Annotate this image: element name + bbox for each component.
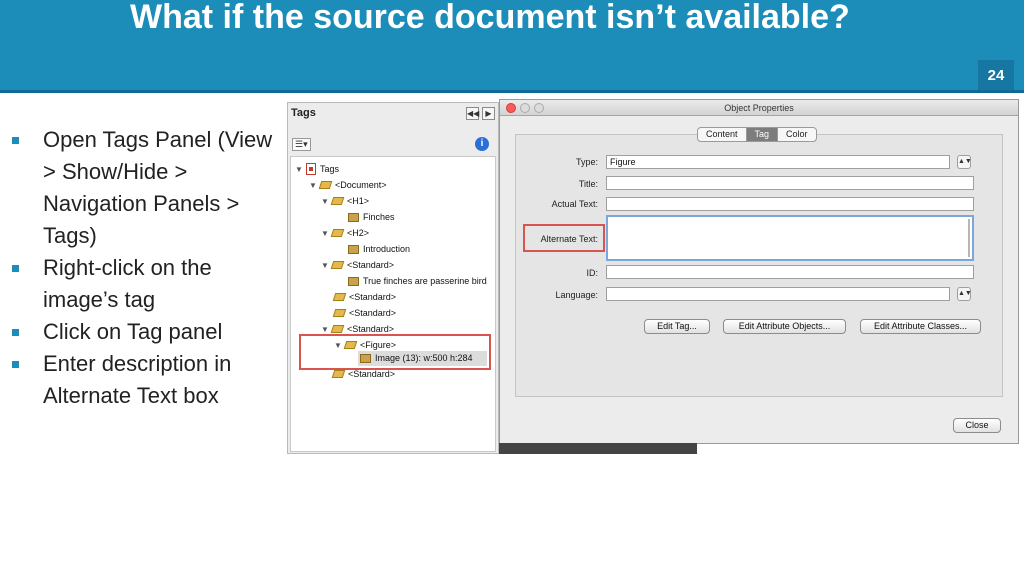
tags-options-button[interactable]: ☰▾ xyxy=(292,138,311,151)
tag-icon xyxy=(332,309,347,317)
language-label: Language: xyxy=(555,290,598,300)
alternate-text-box[interactable] xyxy=(606,215,974,261)
bullet-list: Open Tags Panel (View > Show/Hide > Navi… xyxy=(12,124,280,412)
tag-icon xyxy=(330,325,345,333)
bullet-square-icon xyxy=(12,329,19,336)
figure-tag-highlight-box xyxy=(299,334,491,370)
language-stepper-icon[interactable]: ▲▼ xyxy=(957,287,972,301)
tab-content[interactable]: Content xyxy=(698,128,747,141)
dialog-title-bar: Object Properties xyxy=(500,100,1018,116)
edit-tag-button[interactable]: Edit Tag... xyxy=(644,319,710,334)
type-select[interactable]: Figure xyxy=(606,155,950,169)
bullet-square-icon xyxy=(12,137,19,144)
bullet-item: Right-click on the image’s tag xyxy=(12,252,280,316)
type-label: Type: xyxy=(575,157,598,167)
tab-color[interactable]: Color xyxy=(778,128,816,141)
actual-text-label: Actual Text: xyxy=(551,199,598,209)
tags-panel-title: Tags xyxy=(291,107,316,119)
tab-tag[interactable]: Tag xyxy=(746,128,779,141)
tag-icon xyxy=(330,261,345,269)
slide-title: What if the source document isn’t availa… xyxy=(130,0,850,36)
content-icon xyxy=(348,212,359,222)
dialog-tabs: Content Tag Color xyxy=(697,127,817,142)
expand-panel-icon[interactable]: ▶ xyxy=(482,107,495,120)
title-label: Title: xyxy=(578,179,598,189)
tags-tree[interactable]: ▼ Tags ▼ <Document> ▼ <H1> Finches ▼ <H2> In… xyxy=(290,156,496,452)
tag-icon xyxy=(330,197,345,205)
page-number: 24 xyxy=(978,60,1014,90)
language-select[interactable] xyxy=(606,287,950,301)
tree-item[interactable]: ▼ <Standard> xyxy=(321,257,394,273)
alternate-text-highlight-box xyxy=(523,224,605,252)
tag-icon xyxy=(330,229,345,237)
bullet-square-icon xyxy=(12,265,19,272)
header-divider xyxy=(0,90,1024,93)
zoom-window-icon[interactable] xyxy=(534,103,544,113)
bullet-item: Enter description in Alternate Text box xyxy=(12,348,280,412)
content-icon xyxy=(348,244,359,254)
info-icon[interactable]: i xyxy=(475,137,489,151)
type-stepper-icon[interactable]: ▲▼ xyxy=(957,155,972,169)
collapse-panel-icon[interactable]: ◀◀ xyxy=(466,107,479,120)
tree-item[interactable]: Introduction xyxy=(348,241,410,257)
background-window-strip xyxy=(499,443,697,454)
tag-icon xyxy=(332,293,347,301)
edit-attribute-classes-button[interactable]: Edit Attribute Classes... xyxy=(860,319,981,334)
tag-icon xyxy=(318,181,333,189)
content-icon xyxy=(348,276,359,286)
id-label: ID: xyxy=(586,268,598,278)
tree-item[interactable]: <Standard> xyxy=(332,289,396,305)
bullet-item: Click on Tag panel xyxy=(12,316,280,348)
title-input[interactable] xyxy=(606,176,974,190)
bullet-square-icon xyxy=(12,361,19,368)
tree-item[interactable]: True finches are passerine bird xyxy=(348,273,487,289)
disclosure-triangle-icon[interactable]: ▼ xyxy=(295,165,306,174)
minimize-window-icon[interactable] xyxy=(520,103,530,113)
id-input[interactable] xyxy=(606,265,974,279)
tree-item[interactable]: <Standard> xyxy=(332,305,396,321)
tags-panel: Tags ◀◀ ▶ ☰▾ i ▼ Tags ▼ <Document> ▼ <H1> F… xyxy=(287,102,499,454)
close-button[interactable]: Close xyxy=(953,418,1001,433)
tree-item[interactable]: ▼ <Document> xyxy=(309,177,387,193)
tree-item[interactable]: Finches xyxy=(348,209,395,225)
pdf-icon xyxy=(306,163,316,175)
edit-attribute-objects-button[interactable]: Edit Attribute Objects... xyxy=(723,319,846,334)
tree-item[interactable]: ▼ <H1> xyxy=(321,193,369,209)
tag-icon xyxy=(331,370,346,378)
alt-text-scrollbar[interactable] xyxy=(968,219,970,257)
bullet-item: Open Tags Panel (View > Show/Hide > Navi… xyxy=(12,124,280,252)
tree-item[interactable]: ▼ <H2> xyxy=(321,225,369,241)
tree-item[interactable]: ▼ Tags xyxy=(295,161,339,177)
close-window-icon[interactable] xyxy=(506,103,516,113)
actual-text-input[interactable] xyxy=(606,197,974,211)
